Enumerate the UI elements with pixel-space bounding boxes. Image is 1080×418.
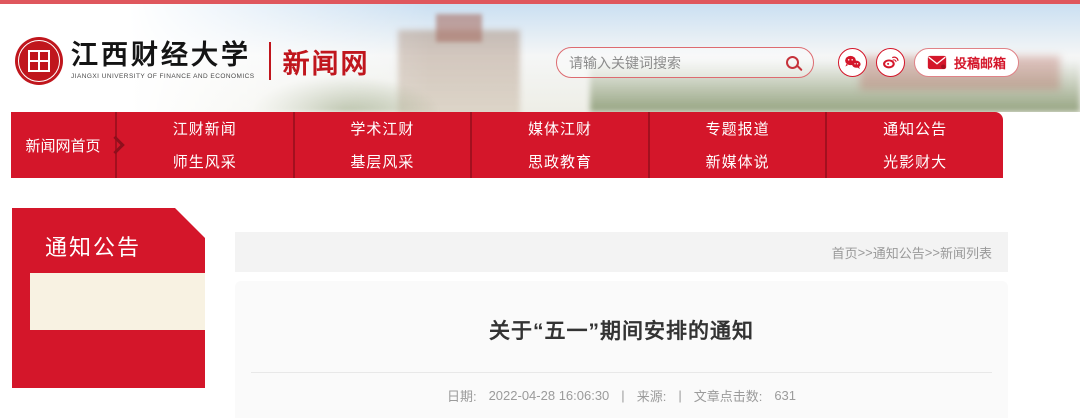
submission-mailbox-label: 投稿邮箱 (954, 56, 1007, 71)
nav-home[interactable]: 新闻网首页 (11, 112, 115, 178)
article-title: 关于“五一”期间安排的通知 (489, 320, 754, 343)
meta-date-value: 2022-04-28 16:06:30 (488, 388, 610, 403)
nav-item-szjy[interactable]: 思政教育 (472, 145, 648, 178)
article-divider-top (251, 372, 992, 373)
wechat-icon (845, 55, 861, 69)
meta-clicks-label: 文章点击数: (693, 389, 763, 404)
page: 江西财经大学 JIANGXI UNIVERSITY OF FINANCE AND… (0, 0, 1080, 418)
header-banner: 江西财经大学 JIANGXI UNIVERSITY OF FINANCE AND… (0, 4, 1080, 112)
meta-separator: | (678, 388, 682, 403)
meta-clicks-value: 631 (774, 388, 797, 403)
meta-date-label: 日期: (446, 389, 477, 404)
nav-item-xsjc[interactable]: 学术江财 (295, 112, 471, 145)
nav-column-5: 通知公告 光影财大 (825, 112, 1003, 178)
breadcrumb: 首页 >> 通知公告 >> 新闻列表 (235, 232, 1008, 272)
university-logo[interactable]: 江西财经大学 JIANGXI UNIVERSITY OF FINANCE AND… (15, 37, 370, 85)
breadcrumb-section[interactable]: 通知公告 (873, 243, 925, 262)
breadcrumb-separator: >> (857, 244, 873, 260)
nav-item-mtjc[interactable]: 媒体江财 (472, 112, 648, 145)
header-actions: 投稿邮箱 (838, 48, 1020, 77)
envelope-icon (927, 55, 947, 70)
university-name-block: 江西财经大学 JIANGXI UNIVERSITY OF FINANCE AND… (71, 40, 255, 80)
search-input[interactable] (569, 54, 786, 71)
meta-separator: | (621, 388, 625, 403)
breadcrumb-home[interactable]: 首页 (832, 243, 858, 262)
submission-mailbox-button[interactable]: 投稿邮箱 (914, 48, 1020, 77)
nav-column-1: 江财新闻 师生风采 (115, 112, 293, 178)
nav-column-4: 专题报道 新媒体说 (647, 112, 826, 178)
weibo-button[interactable] (876, 48, 905, 77)
search-icon[interactable] (786, 56, 799, 69)
article-card: 关于“五一”期间安排的通知 日期: 2022-04-28 16:06:30 | … (235, 281, 1008, 418)
campus-photo-tower (436, 14, 482, 42)
breadcrumb-current: 新闻列表 (939, 245, 992, 261)
nav-item-ztbd[interactable]: 专题报道 (650, 112, 826, 145)
sidebar-active-item[interactable] (30, 273, 205, 330)
nav-item-jcfc[interactable]: 基层风采 (295, 145, 471, 178)
wechat-button[interactable] (838, 48, 867, 77)
nav-item-jcxw[interactable]: 江财新闻 (117, 112, 293, 145)
sidebar-title: 通知公告 (45, 235, 142, 260)
logo-divider (268, 42, 271, 80)
site-name: 新闻网 (282, 48, 370, 79)
article-meta: 日期: 2022-04-28 16:06:30 | 来源: | 文章点击数: 6… (235, 386, 1008, 405)
nav-item-ssfc[interactable]: 师生风采 (117, 145, 293, 178)
university-seal-icon (15, 37, 63, 85)
nav-column-2: 学术江财 基层风采 (292, 112, 471, 178)
search-box[interactable] (556, 47, 814, 78)
main-nav: 新闻网首页 江财新闻 师生风采 学术江财 基层风采 媒体江财 思政教育 专题报道… (11, 112, 1003, 178)
nav-item-xmts[interactable]: 新媒体说 (650, 145, 826, 178)
university-name: 江西财经大学 (71, 40, 251, 72)
sidebar-notice-panel: 通知公告 (12, 208, 205, 388)
nav-item-tzgg[interactable]: 通知公告 (827, 112, 1003, 145)
university-name-en: JIANGXI UNIVERSITY OF FINANCE AND ECONOM… (71, 72, 255, 80)
breadcrumb-separator: >> (924, 244, 940, 260)
meta-source-label: 来源: (636, 389, 667, 404)
weibo-icon (883, 56, 899, 69)
nav-column-3: 媒体江财 思政教育 (470, 112, 648, 178)
nav-item-gycd[interactable]: 光影财大 (827, 145, 1003, 178)
